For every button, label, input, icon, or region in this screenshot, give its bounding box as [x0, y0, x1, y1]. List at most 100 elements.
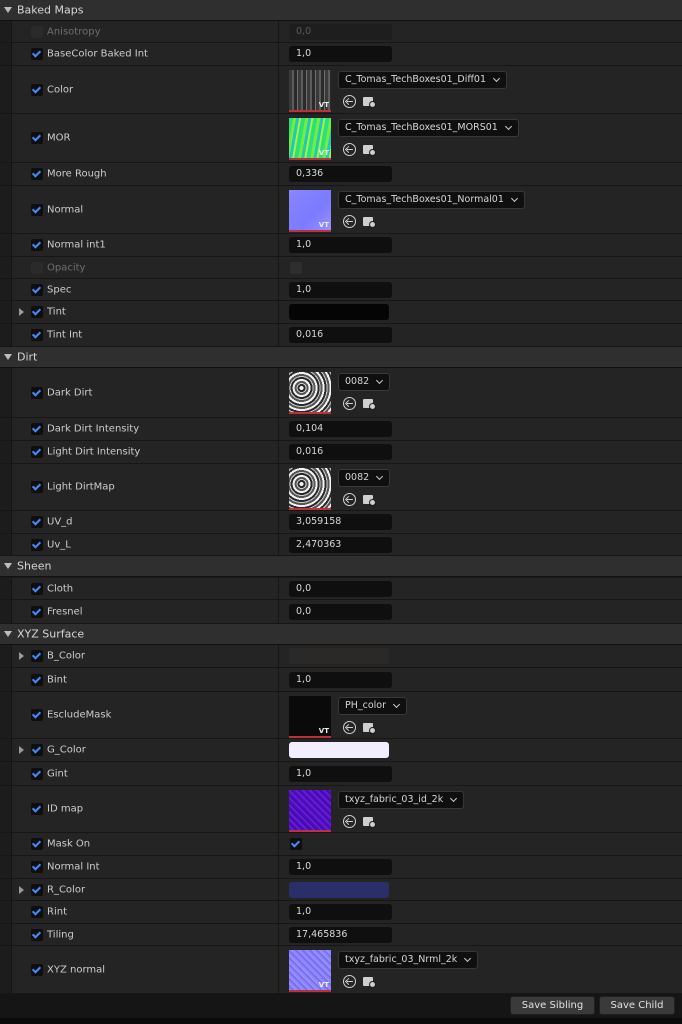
texture-dropdown-dark-dirt[interactable]: 0082: [338, 373, 391, 391]
override-checkbox-tint-int[interactable]: [31, 329, 43, 341]
value-input-uv-l[interactable]: 2,470363: [289, 536, 392, 553]
column-divider[interactable]: [278, 418, 279, 440]
column-divider[interactable]: [278, 668, 279, 691]
column-divider[interactable]: [278, 257, 279, 278]
column-divider[interactable]: [278, 692, 279, 738]
override-checkbox-light-dirtmap[interactable]: [31, 481, 43, 493]
override-checkbox-normal-int1[interactable]: [31, 239, 43, 251]
color-swatch-r-color[interactable]: [289, 881, 389, 898]
column-divider[interactable]: [278, 21, 279, 42]
override-checkbox-rint[interactable]: [31, 906, 43, 918]
category-sheen[interactable]: Sheen: [0, 556, 682, 577]
texture-dropdown-color[interactable]: C_Tomas_TechBoxes01_Diff01: [338, 71, 508, 89]
column-divider[interactable]: [278, 464, 279, 510]
texture-dropdown-normal[interactable]: C_Tomas_TechBoxes01_Normal01: [338, 191, 525, 209]
use-selected-asset-icon[interactable]: [343, 397, 356, 410]
expand-arrow-icon[interactable]: [19, 746, 24, 754]
column-divider[interactable]: [278, 234, 279, 256]
column-divider[interactable]: [278, 534, 279, 555]
column-divider[interactable]: [278, 279, 279, 300]
value-input-spec[interactable]: 1,0: [289, 281, 392, 298]
collapse-arrow-icon[interactable]: [4, 7, 12, 13]
expand-arrow-icon[interactable]: [19, 885, 24, 894]
column-divider[interactable]: [278, 114, 279, 162]
value-input-normal-int[interactable]: 1,0: [289, 859, 392, 875]
override-checkbox-tiling[interactable]: [31, 928, 43, 941]
column-divider[interactable]: [278, 368, 279, 417]
column-divider[interactable]: [278, 600, 279, 623]
use-selected-asset-icon[interactable]: [343, 721, 356, 734]
override-checkbox-uv-l[interactable]: [31, 538, 43, 551]
texture-thumbnail-dark-dirt[interactable]: [289, 372, 331, 414]
save-child-button[interactable]: Save Child: [599, 996, 675, 1015]
override-checkbox-color[interactable]: [31, 83, 43, 96]
texture-thumbnail-escludemask[interactable]: VT: [289, 696, 331, 738]
value-input-uv-d[interactable]: 3,059158: [289, 514, 392, 530]
column-divider[interactable]: [278, 578, 279, 599]
override-checkbox-cloth[interactable]: [31, 582, 43, 595]
browse-asset-icon[interactable]: [363, 815, 376, 828]
category-xyz-surface[interactable]: XYZ Surface: [0, 624, 682, 645]
value-input-gint[interactable]: 1,0: [289, 765, 392, 782]
override-checkbox-opacity[interactable]: [31, 261, 43, 274]
override-checkbox-g-color[interactable]: [31, 744, 43, 756]
column-divider[interactable]: [278, 924, 279, 945]
column-divider[interactable]: [278, 301, 279, 323]
browse-asset-icon[interactable]: [363, 493, 376, 506]
override-checkbox-tint[interactable]: [31, 306, 43, 318]
browse-asset-icon[interactable]: [363, 215, 376, 228]
column-divider[interactable]: [278, 901, 279, 923]
value-input-more-rough[interactable]: 0,336: [289, 166, 392, 182]
texture-dropdown-id-map[interactable]: txyz_fabric_03_id_2k: [338, 791, 465, 809]
value-input-tint-int[interactable]: 0,016: [289, 327, 392, 343]
texture-dropdown-escludemask[interactable]: PH_color: [338, 697, 408, 715]
override-checkbox-b-color[interactable]: [31, 650, 43, 662]
override-checkbox-normal-int[interactable]: [31, 861, 43, 873]
color-swatch-tint[interactable]: [289, 304, 389, 320]
override-checkbox-more-rough[interactable]: [31, 168, 43, 180]
browse-asset-icon[interactable]: [363, 95, 376, 108]
column-divider[interactable]: [278, 879, 279, 900]
use-selected-asset-icon[interactable]: [343, 95, 356, 108]
column-divider[interactable]: [278, 441, 279, 463]
override-checkbox-basecolor-baked-int[interactable]: [31, 48, 43, 60]
override-checkbox-light-dirt-intensity[interactable]: [31, 446, 43, 458]
value-checkbox-mask-on[interactable]: [290, 838, 302, 850]
override-checkbox-dark-dirt[interactable]: [31, 386, 43, 399]
texture-thumbnail-normal[interactable]: VT: [289, 190, 331, 232]
override-checkbox-bint[interactable]: [31, 673, 43, 686]
texture-thumbnail-id-map[interactable]: [289, 790, 331, 832]
override-checkbox-mask-on[interactable]: [31, 838, 43, 850]
collapse-arrow-icon[interactable]: [4, 354, 12, 360]
override-checkbox-dark-dirt-intensity[interactable]: [31, 423, 43, 435]
column-divider[interactable]: [278, 833, 279, 855]
column-divider[interactable]: [278, 739, 279, 761]
texture-thumbnail-mor[interactable]: VT: [289, 118, 331, 160]
browse-asset-icon[interactable]: [363, 143, 376, 156]
expand-arrow-icon[interactable]: [19, 652, 24, 660]
value-input-basecolor-baked-int[interactable]: 1,0: [289, 46, 392, 62]
texture-thumbnail-light-dirtmap[interactable]: [289, 468, 331, 510]
use-selected-asset-icon[interactable]: [343, 975, 356, 988]
value-input-bint[interactable]: 1,0: [289, 671, 392, 688]
override-checkbox-gint[interactable]: [31, 767, 43, 780]
override-checkbox-normal[interactable]: [31, 203, 43, 216]
use-selected-asset-icon[interactable]: [343, 815, 356, 828]
column-divider[interactable]: [278, 786, 279, 832]
collapse-arrow-icon[interactable]: [4, 631, 12, 637]
value-input-tiling[interactable]: 17,465836: [289, 926, 392, 943]
browse-asset-icon[interactable]: [363, 975, 376, 988]
save-sibling-button[interactable]: Save Sibling: [510, 996, 595, 1015]
browse-asset-icon[interactable]: [363, 397, 376, 410]
color-swatch-g-color[interactable]: [289, 742, 389, 758]
browse-asset-icon[interactable]: [363, 721, 376, 734]
texture-thumbnail-color[interactable]: VT: [289, 70, 331, 112]
category-dirt[interactable]: Dirt: [0, 347, 682, 368]
collapse-arrow-icon[interactable]: [4, 563, 12, 569]
column-divider[interactable]: [278, 186, 279, 233]
value-input-cloth[interactable]: 0,0: [289, 580, 392, 597]
value-input-fresnel[interactable]: 0,0: [289, 603, 392, 620]
texture-dropdown-mor[interactable]: C_Tomas_TechBoxes01_MORS01: [338, 119, 519, 137]
value-input-normal-int1[interactable]: 1,0: [289, 237, 392, 253]
column-divider[interactable]: [278, 946, 279, 993]
